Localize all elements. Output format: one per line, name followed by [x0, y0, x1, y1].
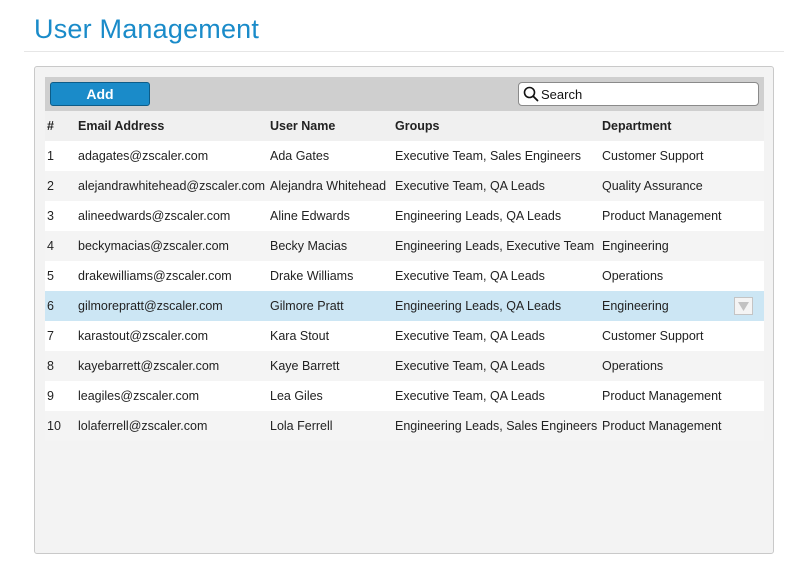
table-header-row: # Email Address User Name Groups Departm… — [45, 111, 764, 141]
search-input[interactable] — [541, 85, 751, 103]
table-row[interactable]: 4 beckymacias@zscaler.com Becky Macias E… — [45, 231, 764, 261]
user-table: # Email Address User Name Groups Departm… — [45, 111, 764, 441]
table-row[interactable]: 8 kayebarrett@zscaler.com Kaye Barrett E… — [45, 351, 764, 381]
row-number: 8 — [47, 359, 54, 373]
table-row[interactable]: 9 leagiles@zscaler.com Lea Giles Executi… — [45, 381, 764, 411]
add-user-button[interactable]: Add — [50, 82, 150, 106]
title-divider — [24, 51, 784, 52]
row-department: Product Management — [602, 209, 722, 223]
row-user-name: Aline Edwards — [270, 209, 350, 223]
row-department: Operations — [602, 269, 664, 283]
row-user-name: Alejandra Whitehead — [270, 179, 387, 193]
page-title: User Management — [34, 14, 260, 44]
row-groups: Executive Team, QA Leads — [395, 179, 545, 193]
triangle-down-icon — [738, 302, 749, 311]
row-number: 10 — [47, 419, 61, 433]
row-actions-dropdown[interactable] — [734, 297, 753, 315]
toolbar: Add — [45, 77, 764, 111]
row-department: Customer Support — [602, 329, 704, 343]
table-row[interactable]: 5 drakewilliams@zscaler.com Drake Willia… — [45, 261, 764, 291]
search-box[interactable] — [518, 82, 759, 106]
column-header-number[interactable]: # — [47, 111, 75, 141]
row-groups: Engineering Leads, Sales Engineers — [395, 419, 598, 433]
row-user-name: Gilmore Pratt — [270, 299, 344, 313]
row-number: 7 — [47, 329, 54, 343]
row-user-name: Kara Stout — [270, 329, 330, 343]
row-groups: Executive Team, QA Leads — [395, 359, 545, 373]
row-user-name: Lea Giles — [270, 389, 323, 403]
row-groups: Executive Team, QA Leads — [395, 269, 545, 283]
row-groups: Engineering Leads, QA Leads — [395, 209, 562, 223]
row-groups: Engineering Leads, QA Leads — [395, 299, 562, 313]
column-header-department[interactable]: Department — [602, 111, 732, 141]
table-row[interactable]: 10 lolaferrell@zscaler.com Lola Ferrell … — [45, 411, 764, 441]
row-email: leagiles@zscaler.com — [78, 389, 200, 403]
row-number: 4 — [47, 239, 54, 253]
row-user-name: Drake Williams — [270, 269, 354, 283]
row-email: adagates@zscaler.com — [78, 149, 209, 163]
row-email: drakewilliams@zscaler.com — [78, 269, 232, 283]
row-number: 1 — [47, 149, 54, 163]
row-email: alineedwards@zscaler.com — [78, 209, 231, 223]
row-department: Quality Assurance — [602, 179, 703, 193]
table-row[interactable]: 3 alineedwards@zscaler.com Aline Edwards… — [45, 201, 764, 231]
row-groups: Engineering Leads, Executive Team — [395, 239, 595, 253]
column-header-email[interactable]: Email Address — [78, 111, 270, 141]
row-email: lolaferrell@zscaler.com — [78, 419, 208, 433]
search-icon — [523, 86, 539, 102]
row-email: alejandrawhitehead@zscaler.com — [78, 179, 266, 193]
row-groups: Executive Team, QA Leads — [395, 329, 545, 343]
row-department: Product Management — [602, 419, 722, 433]
row-number: 9 — [47, 389, 54, 403]
table-row[interactable]: 2 alejandrawhitehead@zscaler.com Alejand… — [45, 171, 764, 201]
row-user-name: Lola Ferrell — [270, 419, 333, 433]
row-user-name: Becky Macias — [270, 239, 348, 253]
row-department: Engineering — [602, 239, 669, 253]
row-user-name: Kaye Barrett — [270, 359, 340, 373]
row-email: kayebarrett@zscaler.com — [78, 359, 220, 373]
column-header-user-name[interactable]: User Name — [270, 111, 392, 141]
row-email: beckymacias@zscaler.com — [78, 239, 229, 253]
row-user-name: Ada Gates — [270, 149, 330, 163]
row-groups: Executive Team, Sales Engineers — [395, 149, 581, 163]
row-department: Operations — [602, 359, 664, 373]
row-department: Engineering — [602, 299, 669, 313]
row-email: gilmorepratt@zscaler.com — [78, 299, 223, 313]
row-number: 2 — [47, 179, 54, 193]
table-row-selected[interactable]: 6 gilmorepratt@zscaler.com Gilmore Pratt… — [45, 291, 764, 321]
table-row[interactable]: 1 adagates@zscaler.com Ada Gates Executi… — [45, 141, 764, 171]
row-number: 3 — [47, 209, 54, 223]
row-department: Customer Support — [602, 149, 704, 163]
column-header-groups[interactable]: Groups — [395, 111, 600, 141]
row-groups: Executive Team, QA Leads — [395, 389, 545, 403]
row-email: karastout@zscaler.com — [78, 329, 209, 343]
row-department: Product Management — [602, 389, 722, 403]
row-number: 6 — [47, 299, 54, 313]
table-row[interactable]: 7 karastout@zscaler.com Kara Stout Execu… — [45, 321, 764, 351]
row-number: 5 — [47, 269, 54, 283]
user-table-panel: Add # Email Address User Name Groups Dep… — [34, 66, 774, 554]
